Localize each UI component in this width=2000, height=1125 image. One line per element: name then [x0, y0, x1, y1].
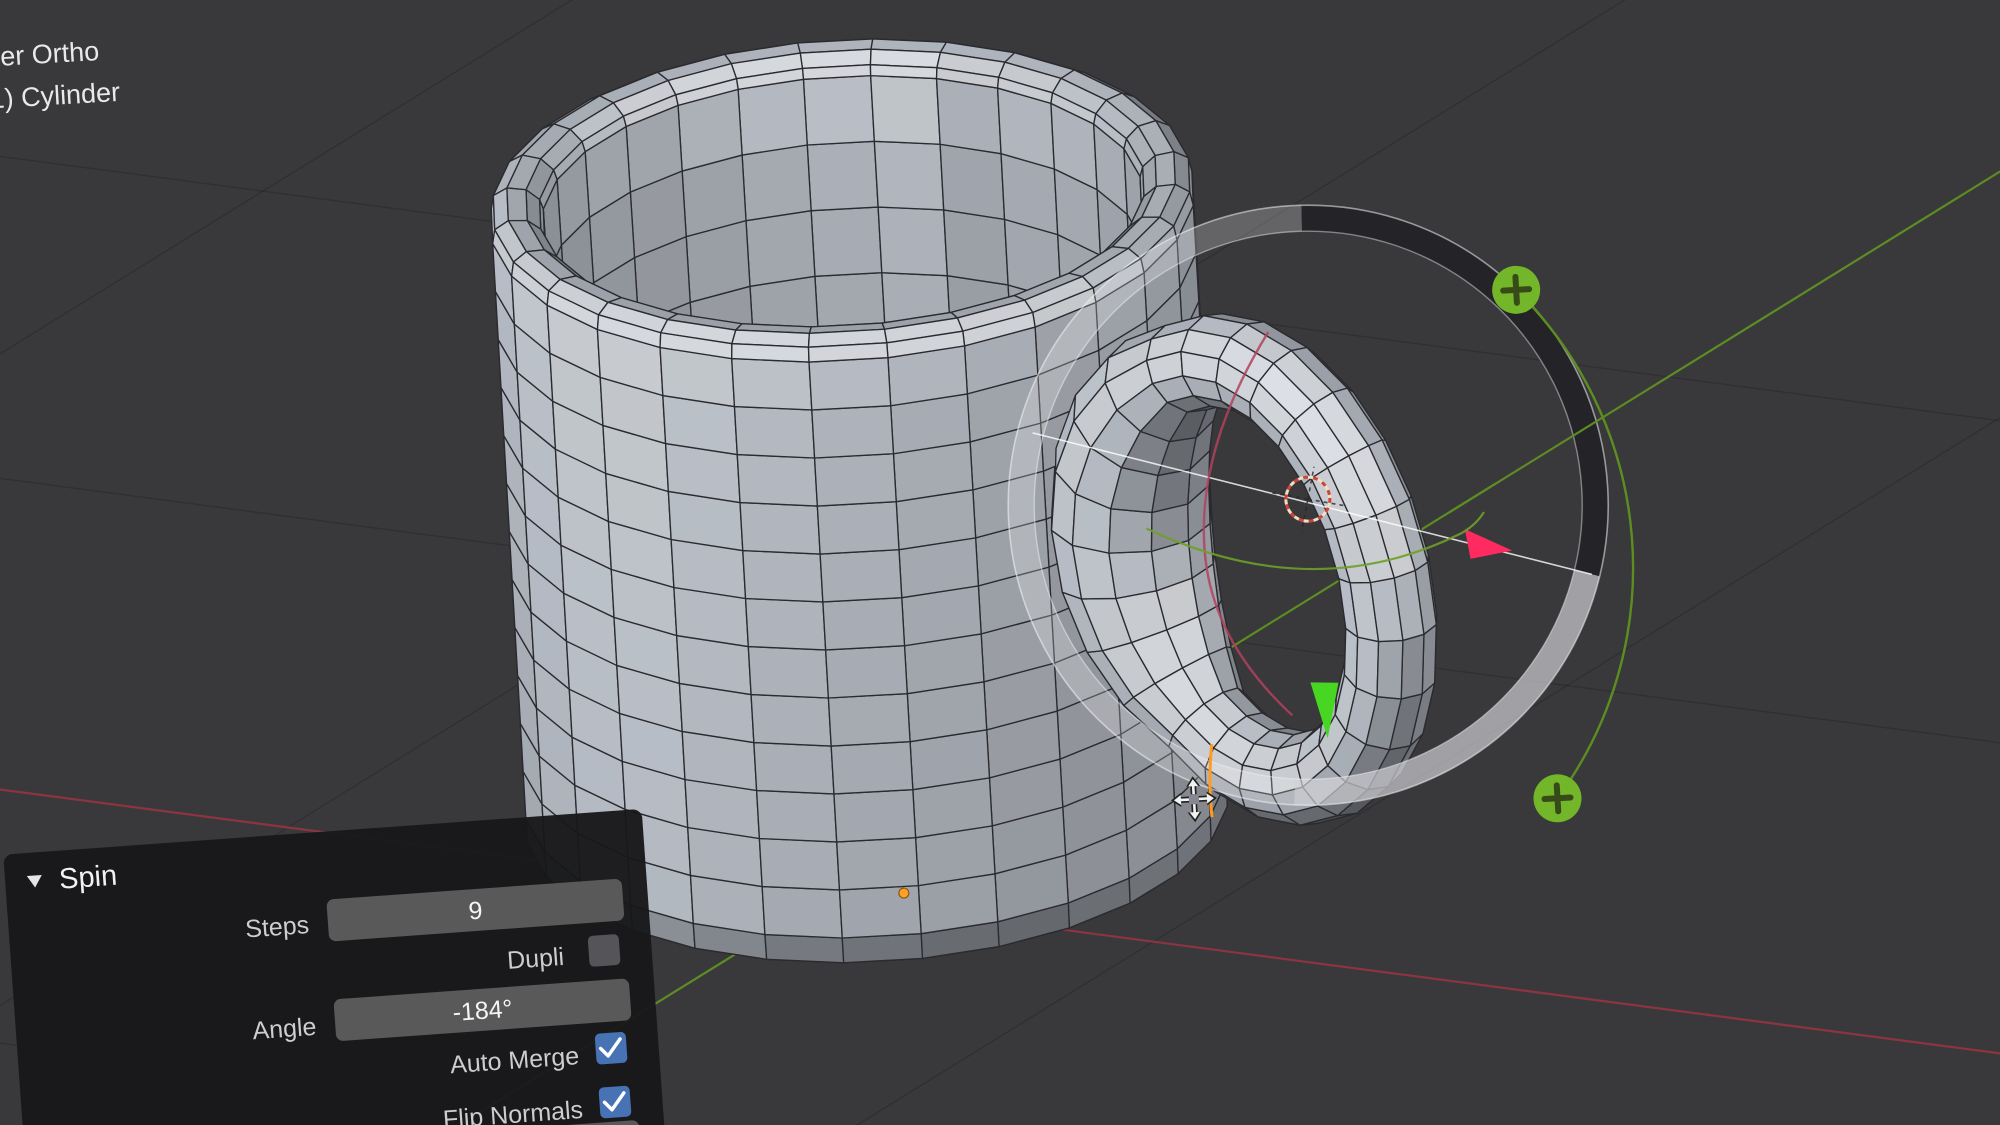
svg-text:Angle: Angle — [252, 1013, 318, 1046]
svg-text:Spin: Spin — [58, 860, 118, 896]
svg-text:-184°: -184° — [452, 995, 514, 1027]
svg-text:Steps: Steps — [244, 911, 310, 943]
svg-text:Dupli: Dupli — [506, 943, 565, 975]
svg-text:9: 9 — [468, 897, 484, 926]
